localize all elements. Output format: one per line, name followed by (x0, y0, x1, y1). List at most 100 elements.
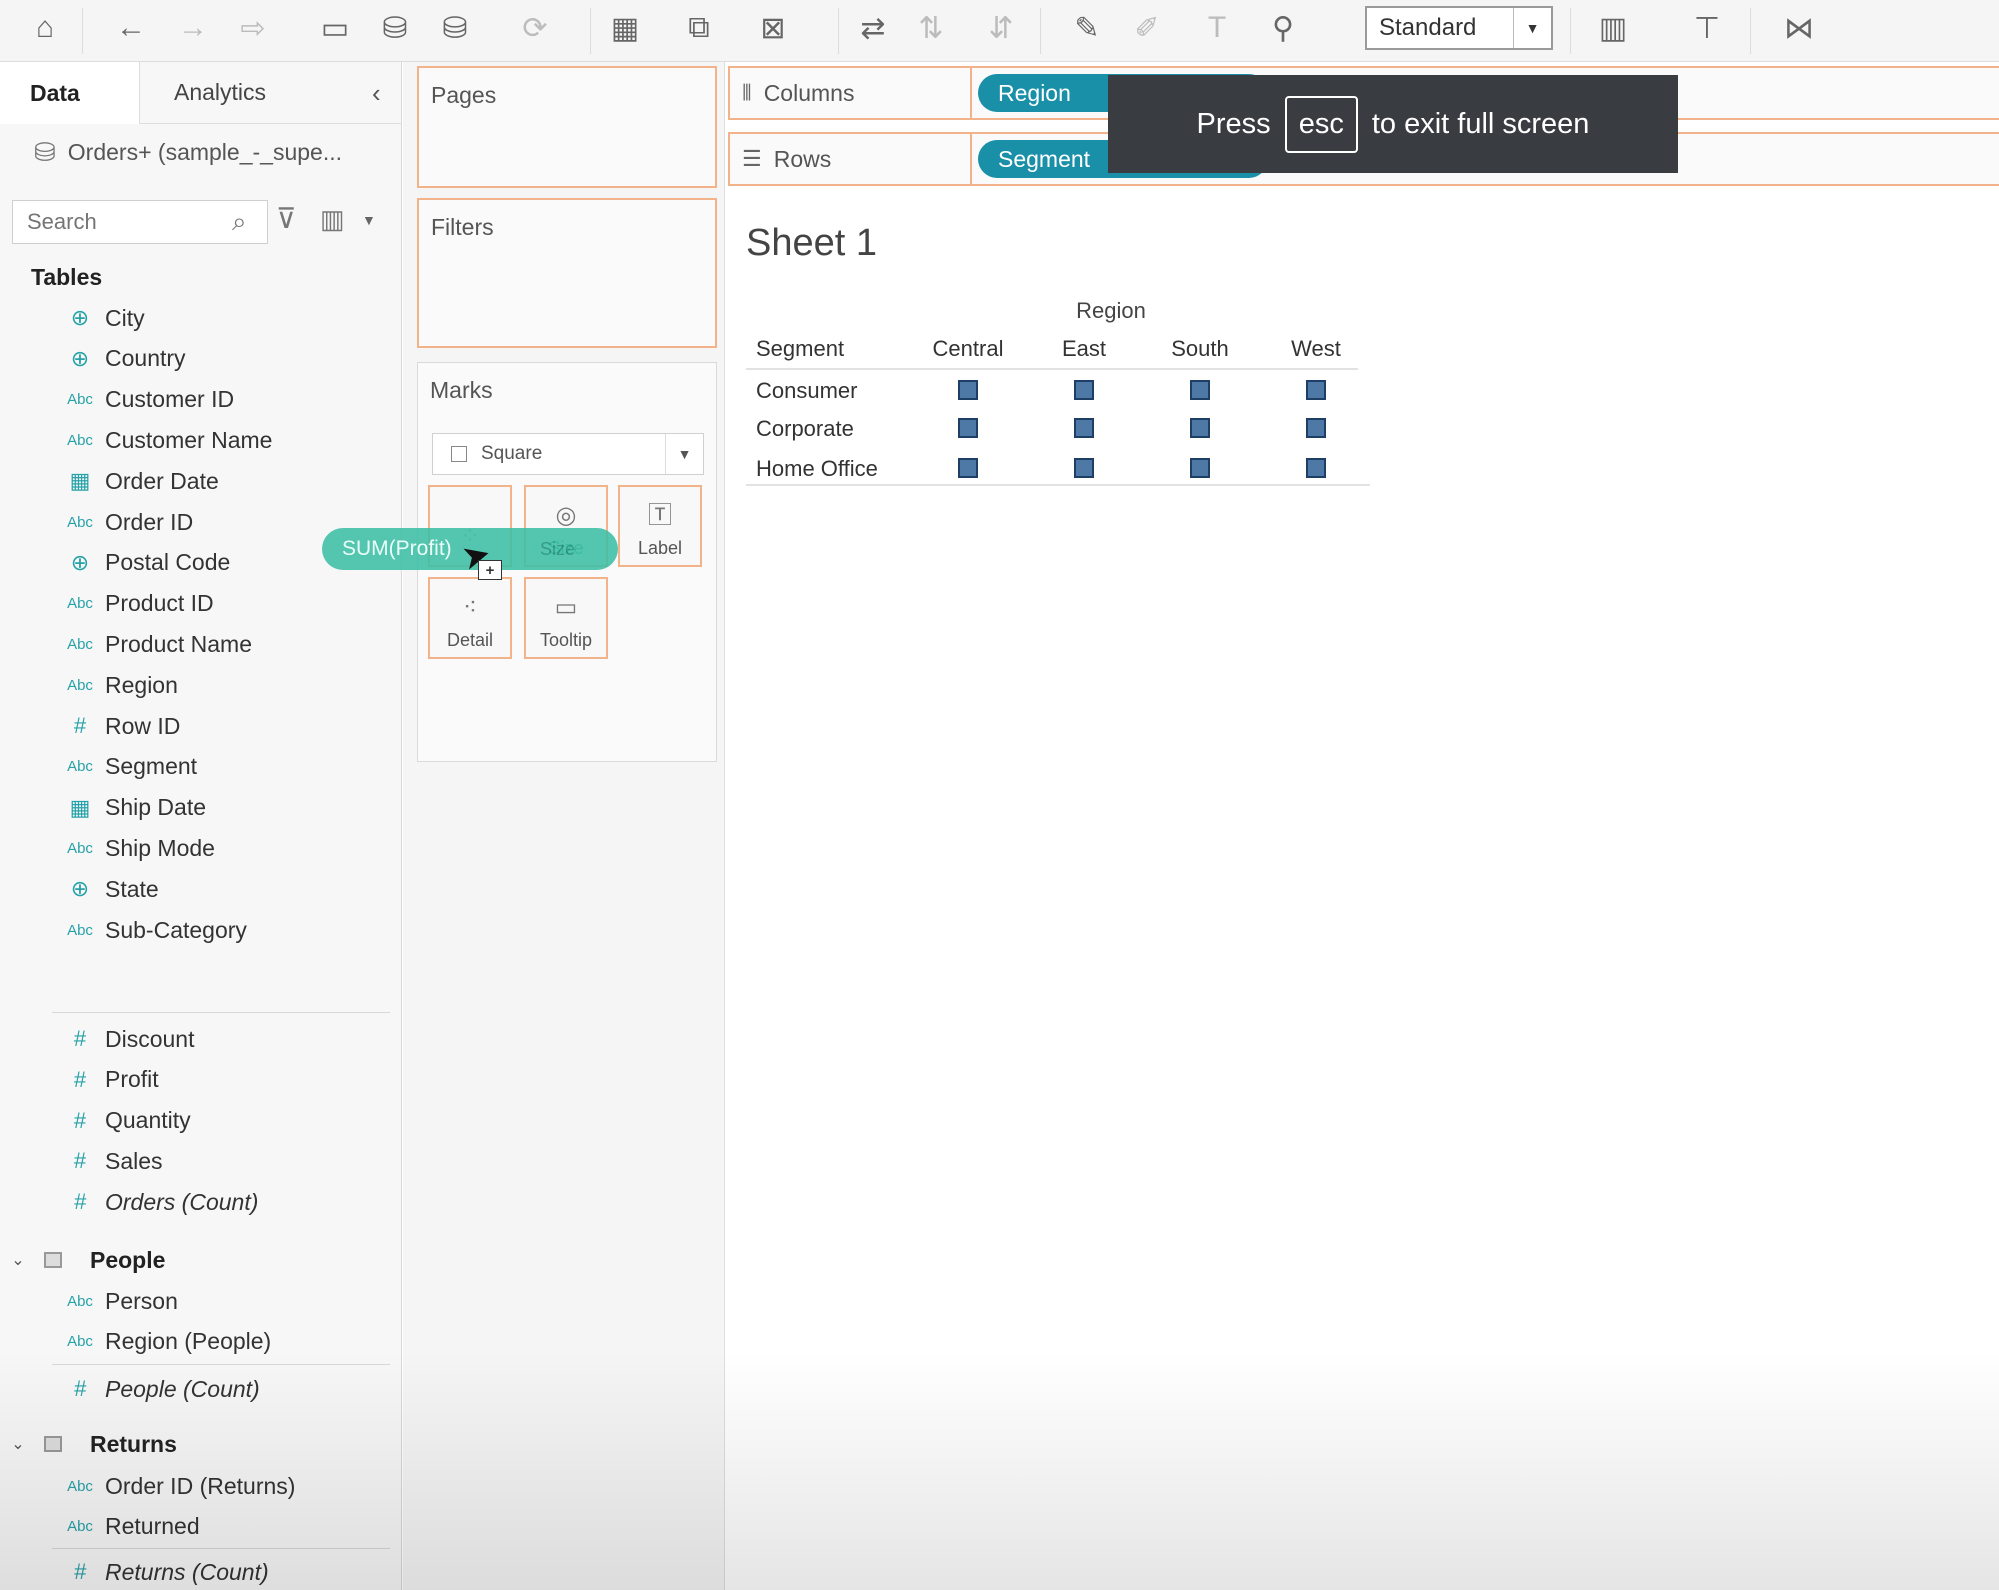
field-item[interactable]: Abc Product Name (55, 625, 252, 663)
field-item[interactable]: Abc Sub-Category (55, 911, 247, 949)
column-header[interactable]: Central (913, 336, 1023, 362)
mark-type-dropdown[interactable]: Square ▼ (432, 433, 704, 475)
sheet-title[interactable]: Sheet 1 (746, 222, 877, 265)
replay-icon[interactable]: ⇨ (230, 8, 276, 48)
pages-card[interactable]: Pages (417, 66, 717, 188)
column-header[interactable]: West (1261, 336, 1371, 362)
highlight-icon[interactable]: ✎ (1064, 8, 1110, 48)
field-item[interactable]: Abc Order ID (55, 503, 193, 541)
square-mark[interactable] (1074, 380, 1094, 400)
share-icon[interactable]: ⋈ (1776, 8, 1822, 48)
field-item[interactable]: ▦ Ship Date (55, 789, 206, 827)
square-mark[interactable] (958, 380, 978, 400)
sort-asc-icon[interactable]: ⇅ (908, 8, 954, 48)
chevron-down-icon[interactable]: ▼ (665, 434, 703, 474)
redo-icon[interactable]: → (170, 8, 216, 48)
field-item[interactable]: Abc Order ID (Returns) (55, 1467, 295, 1505)
filters-card[interactable]: Filters (417, 198, 717, 348)
square-mark[interactable] (958, 418, 978, 438)
field-item[interactable]: Abc Customer Name (55, 421, 272, 459)
field-label: Region (105, 671, 178, 698)
chevron-down-icon[interactable]: ⌄ (0, 1434, 36, 1454)
field-item[interactable]: # Discount (55, 1020, 195, 1058)
field-item[interactable]: ⊕ City (55, 299, 145, 337)
field-item[interactable]: ⊕ Country (55, 340, 186, 378)
field-item[interactable]: Abc Segment (55, 748, 197, 786)
detail-button[interactable]: ⁖ Detail (428, 577, 512, 659)
square-mark[interactable] (1190, 418, 1210, 438)
clear-sheet-icon[interactable]: ⊠ (750, 8, 796, 48)
field-item[interactable]: Abc Region (55, 666, 178, 704)
square-mark[interactable] (958, 458, 978, 478)
presentation-icon[interactable]: ⊤ (1684, 8, 1730, 48)
field-item[interactable]: # Returns (Count) (55, 1553, 269, 1590)
field-item[interactable]: Abc Ship Mode (55, 829, 215, 867)
search-icon[interactable]: ⌕ (232, 206, 247, 238)
field-item[interactable]: ⊕ State (55, 870, 159, 908)
toolbar-separator (1040, 8, 1041, 54)
square-mark[interactable] (1306, 418, 1326, 438)
chevron-down-icon[interactable]: ⌄ (0, 1250, 36, 1270)
square-mark[interactable] (1074, 458, 1094, 478)
field-item[interactable]: # Sales (55, 1142, 163, 1180)
string-type-icon: Abc (67, 595, 93, 613)
field-item[interactable]: ⊕ Postal Code (55, 544, 231, 582)
tooltip-button[interactable]: ▭ Tooltip (524, 577, 608, 659)
field-item[interactable]: # Orders (Count) (55, 1183, 259, 1221)
field-label: Quantity (105, 1107, 191, 1134)
swap-icon[interactable]: ⇄ (850, 8, 896, 48)
tab-data[interactable]: Data (0, 62, 140, 124)
field-item[interactable]: # Profit (55, 1061, 159, 1099)
field-item[interactable]: # Row ID (55, 707, 181, 745)
table-group[interactable]: ⌄ Returns (0, 1426, 177, 1462)
database-icon: ⛁ (34, 136, 56, 167)
refresh-icon[interactable]: ⟳ (512, 8, 558, 48)
field-item[interactable]: # Quantity (55, 1102, 191, 1140)
table-icon (44, 1252, 62, 1268)
table-group[interactable]: ⌄ People (0, 1242, 165, 1278)
square-mark[interactable] (1074, 418, 1094, 438)
home-icon[interactable]: ⌂ (22, 8, 68, 48)
field-item[interactable]: Abc Returned (55, 1508, 200, 1546)
detail-button-label: Detail (446, 630, 494, 650)
collapse-pane-icon[interactable]: ‹ (372, 78, 381, 109)
square-mark[interactable] (1190, 458, 1210, 478)
show-me-icon[interactable]: ▥ (1590, 8, 1636, 48)
pin-icon[interactable]: ⚲ (1260, 8, 1306, 48)
fit-dropdown[interactable]: Standard ▼ (1365, 6, 1553, 50)
undo-icon[interactable]: ← (108, 8, 154, 48)
sort-desc-icon[interactable]: ⇵ (978, 8, 1024, 48)
view-toggle-icon[interactable]: ▥ (320, 204, 345, 235)
field-item[interactable]: Abc Customer ID (55, 381, 234, 419)
datasource-item[interactable]: ⛁ Orders+ (sample_-_supe... (34, 132, 394, 172)
field-item[interactable]: ▦ Order Date (55, 462, 219, 500)
duplicate-sheet-icon[interactable]: ⧉ (676, 8, 722, 48)
square-mark[interactable] (1306, 380, 1326, 400)
column-header[interactable]: South (1145, 336, 1255, 362)
row-header[interactable]: Consumer (756, 378, 857, 404)
save-icon[interactable]: ▭ (312, 8, 358, 48)
square-mark[interactable] (1306, 458, 1326, 478)
new-datasource-icon[interactable]: ⛁ (372, 8, 418, 48)
field-item[interactable]: # People (Count) (55, 1370, 260, 1408)
pause-updates-icon[interactable]: ⛁ (432, 8, 478, 48)
field-item[interactable]: Abc Region (People) (55, 1323, 271, 1361)
filter-icon[interactable]: ⊽ (276, 202, 297, 235)
tab-analytics[interactable]: Analytics (140, 62, 402, 124)
row-header[interactable]: Corporate (756, 416, 854, 442)
chevron-down-icon[interactable]: ▼ (362, 212, 376, 228)
square-mark[interactable] (1190, 380, 1210, 400)
new-worksheet-icon[interactable]: ▦ (602, 8, 648, 48)
chevron-down-icon[interactable]: ▼ (1513, 8, 1551, 48)
field-label: People (Count) (105, 1375, 260, 1402)
field-label: City (105, 304, 145, 331)
field-item[interactable]: Abc Person (55, 1282, 178, 1320)
group-icon[interactable]: ✐ (1124, 8, 1170, 48)
detail-icon: ⁖ (462, 594, 478, 621)
labels-icon[interactable]: T (1194, 8, 1240, 48)
search-input[interactable] (12, 200, 268, 244)
label-button[interactable]: 🅃 Label (618, 485, 702, 567)
row-header[interactable]: Home Office (756, 456, 878, 482)
column-header[interactable]: East (1029, 336, 1139, 362)
field-item[interactable]: Abc Product ID (55, 585, 214, 623)
